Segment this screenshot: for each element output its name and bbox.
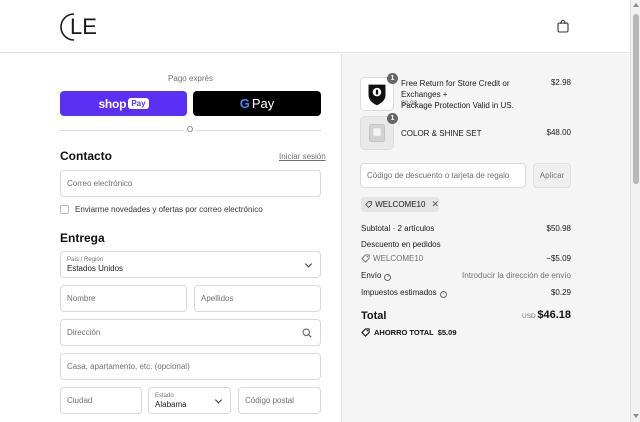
last-name-placeholder: Apellidos bbox=[201, 294, 234, 303]
google-g-icon: G bbox=[239, 96, 250, 111]
taxes-value: $0.29 bbox=[550, 288, 571, 297]
shop-pay-pill: Pay bbox=[128, 98, 149, 109]
total-value: $46.18 bbox=[537, 309, 571, 321]
state-select[interactable]: Estado Alabama bbox=[148, 387, 231, 414]
saving-value: $5.09 bbox=[437, 328, 457, 337]
shop-pay-button[interactable]: shop Pay bbox=[60, 91, 187, 116]
svg-text:LE: LE bbox=[70, 14, 97, 39]
total-currency: USD bbox=[522, 313, 536, 320]
contact-title: Contacto bbox=[60, 149, 112, 163]
newsletter-checkbox[interactable] bbox=[60, 205, 69, 214]
remove-discount-icon[interactable]: ✕ bbox=[431, 199, 439, 210]
country-value: Estados Unidos bbox=[67, 263, 124, 273]
taxes-label-text: Impuestos estimados bbox=[361, 288, 437, 297]
google-pay-label: Pay bbox=[251, 96, 275, 111]
site-header: LE bbox=[0, 0, 630, 53]
state-value: Alabama bbox=[155, 399, 187, 409]
apartment-field[interactable]: Casa, apartamento, etc. (opcional) bbox=[60, 353, 321, 380]
scroll-down-arrow-icon[interactable] bbox=[633, 414, 639, 418]
saving-label: AHORRO TOTAL bbox=[374, 328, 434, 337]
page-scrollbar[interactable] bbox=[630, 0, 640, 422]
applied-discount-chip: WELCOME10 ✕ bbox=[361, 197, 439, 212]
first-name-placeholder: Nombre bbox=[67, 294, 96, 303]
discount-value: −$5.09 bbox=[546, 254, 571, 263]
quantity-badge: 1 bbox=[387, 73, 398, 84]
help-icon[interactable]: ? bbox=[384, 274, 392, 281]
chevron-down-icon bbox=[214, 395, 223, 404]
express-checkout-title: Pago exprés bbox=[168, 74, 213, 83]
total-label: Total bbox=[361, 310, 387, 322]
city-field[interactable]: Ciudad bbox=[60, 387, 142, 414]
taxes-label: Impuestos estimados? bbox=[361, 288, 447, 298]
state-label: Estado bbox=[155, 392, 174, 399]
help-icon[interactable]: ? bbox=[439, 291, 447, 298]
apartment-placeholder: Casa, apartamento, etc. (opcional) bbox=[67, 362, 190, 371]
chevron-down-icon bbox=[304, 259, 313, 268]
discount-code-field[interactable]: Código de descuento o tarjeta de regalo bbox=[360, 163, 526, 188]
country-label: País / Región bbox=[67, 256, 104, 263]
newsletter-label: Enviarme novedades y ofertas por correo … bbox=[75, 205, 263, 214]
tag-icon bbox=[365, 201, 372, 208]
shopping-bag-icon[interactable] bbox=[556, 19, 570, 33]
tag-icon bbox=[361, 254, 370, 263]
subtotal-value: $50.98 bbox=[546, 224, 571, 233]
first-name-field[interactable]: Nombre bbox=[60, 285, 187, 312]
quantity-badge: 1 bbox=[387, 113, 398, 124]
login-link[interactable]: Iniciar sesión bbox=[279, 152, 326, 161]
item-name-line2: Package Protection Valid in US. bbox=[401, 101, 514, 110]
postal-code-placeholder: Código postal bbox=[245, 396, 294, 405]
total-saving: AHORRO TOTAL $5.09 bbox=[361, 328, 457, 337]
last-name-field[interactable]: Apellidos bbox=[194, 285, 321, 312]
discount-code-row: WELCOME10 bbox=[361, 254, 423, 263]
or-divider-text: O bbox=[184, 125, 196, 134]
shipping-value: Introducir la dirección de envío bbox=[462, 271, 571, 280]
shipping-label: Envío? bbox=[361, 271, 392, 281]
brand-logo[interactable]: LE bbox=[58, 10, 102, 44]
address-field[interactable]: Dirección bbox=[60, 319, 321, 346]
country-select[interactable]: País / Región Estados Unidos bbox=[60, 251, 321, 278]
shipping-label-text: Envío bbox=[361, 271, 382, 280]
subtotal-label: Subtotal · 2 artículos bbox=[361, 224, 435, 233]
postal-code-field[interactable]: Código postal bbox=[238, 387, 321, 414]
delivery-title: Entrega bbox=[60, 231, 105, 245]
item-name-line1: Free Return for Store Credit or Exchange… bbox=[401, 79, 510, 99]
tag-icon bbox=[361, 328, 370, 337]
search-icon bbox=[302, 328, 312, 338]
item-price: $2.98 bbox=[550, 78, 571, 87]
apply-discount-button[interactable]: Aplicar bbox=[533, 163, 571, 188]
item-name: Free Return for Store Credit or Exchange… bbox=[401, 78, 546, 111]
discount-code-text: WELCOME10 bbox=[373, 254, 424, 263]
item-subprice: $2.98 bbox=[401, 100, 418, 107]
order-discount-label: Descuento en pedidos bbox=[361, 240, 441, 249]
email-field[interactable]: Correo electrónico bbox=[60, 170, 321, 197]
shop-pay-word: shop bbox=[98, 96, 127, 111]
google-pay-button[interactable]: G Pay bbox=[193, 91, 321, 116]
discount-code-placeholder: Código de descuento o tarjeta de regalo bbox=[367, 171, 510, 180]
item-price: $48.00 bbox=[546, 128, 571, 137]
email-placeholder: Correo electrónico bbox=[67, 179, 133, 188]
city-placeholder: Ciudad bbox=[67, 396, 93, 405]
applied-code: WELCOME10 bbox=[375, 200, 426, 209]
address-placeholder: Dirección bbox=[67, 328, 101, 337]
scroll-up-arrow-icon[interactable] bbox=[633, 3, 639, 7]
item-name: COLOR & SHINE SET bbox=[401, 129, 482, 138]
scroll-thumb[interactable] bbox=[633, 14, 639, 184]
